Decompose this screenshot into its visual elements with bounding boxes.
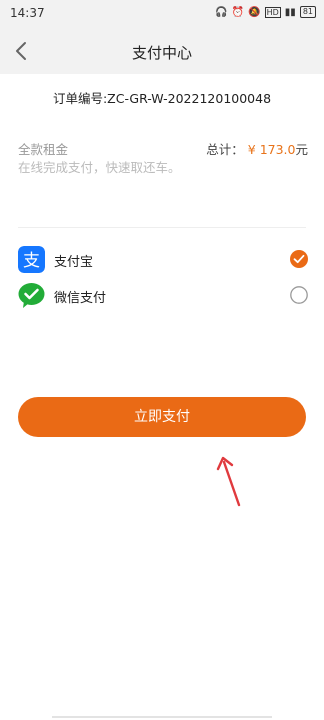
total-amount: 总计： ¥ 173.0元 (206, 139, 308, 158)
alipay-label: 支付宝 (54, 255, 94, 270)
svg-text:支: 支 (23, 251, 40, 271)
home-indicator (52, 716, 272, 718)
pay-now-button[interactable]: 立即支付 (18, 397, 306, 437)
signal-icon: ▮▮ (284, 6, 296, 18)
order-number: 订单编号:ZC-GR-W-2022120100048 (0, 88, 324, 107)
order-number-value: ZC-GR-W-2022120100048 (107, 91, 272, 106)
mute-icon: 🔕 (248, 6, 261, 18)
nav-bar: 支付中心 (0, 28, 324, 74)
alipay-icon: 支 (18, 246, 45, 273)
status-icons: 🎧 ⏰ 🔕 HD ▮▮ 81 (215, 6, 316, 18)
price-value: 173.0 (259, 142, 296, 157)
total-label: 总计： (206, 142, 244, 157)
status-time: 14:37 (10, 6, 45, 20)
hd-icon: HD (264, 6, 281, 18)
price-unit: 元 (295, 142, 308, 157)
battery-icon: 81 (299, 6, 316, 18)
page-title: 支付中心 (131, 44, 192, 62)
payment-option-wechat[interactable]: 微信支付 (18, 280, 308, 310)
divider (18, 227, 306, 228)
wechat-pay-icon (18, 283, 45, 308)
annotation-arrow-icon (216, 456, 241, 507)
radio-unchecked-icon[interactable] (290, 286, 308, 304)
rent-label: 全款租金 (18, 142, 69, 157)
order-number-label: 订单编号: (52, 91, 108, 106)
status-bar: 14:37 🎧 ⏰ 🔕 HD ▮▮ 81 (0, 0, 324, 28)
currency-symbol: ¥ (247, 142, 256, 157)
payment-option-alipay[interactable]: 支 支付宝 (18, 244, 308, 274)
radio-checked-icon[interactable] (290, 250, 308, 268)
rent-subtitle: 在线完成支付，快速取还车。 (18, 160, 181, 175)
headset-icon: 🎧 (215, 6, 228, 18)
alarm-icon: ⏰ (231, 6, 245, 18)
wechat-pay-label: 微信支付 (54, 291, 107, 306)
